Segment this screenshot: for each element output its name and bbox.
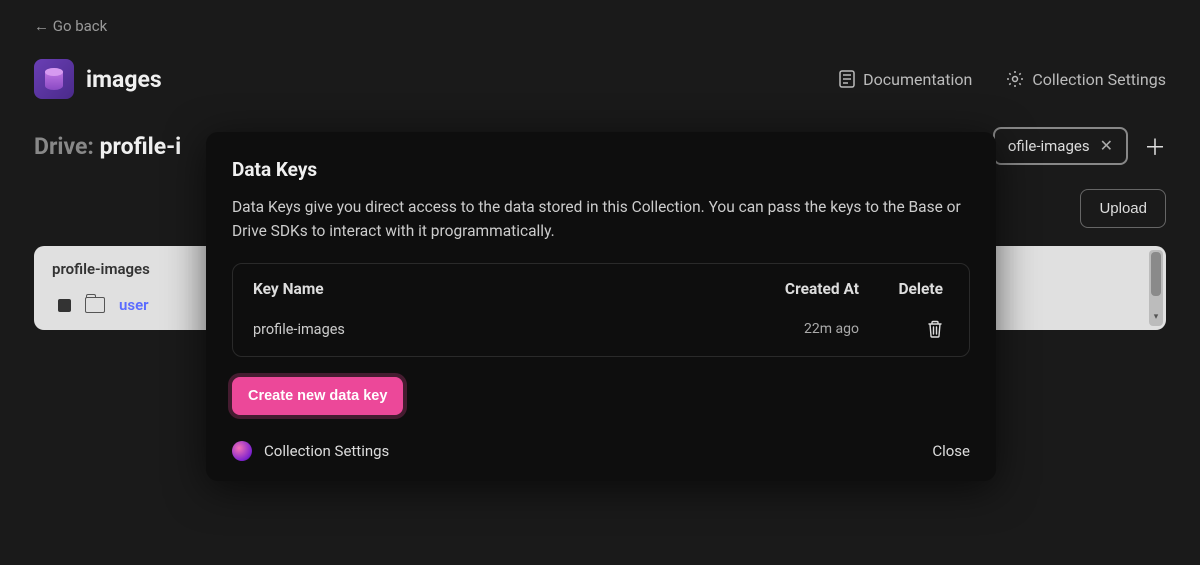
modal-title: Data Keys: [232, 158, 970, 181]
modal-description: Data Keys give you direct access to the …: [232, 195, 970, 243]
settings-orb-icon: [232, 441, 252, 461]
close-button[interactable]: Close: [932, 442, 970, 460]
table-row: profile-images 22m ago: [233, 310, 969, 356]
key-name-cell: profile-images: [253, 321, 729, 338]
delete-key-button[interactable]: [859, 320, 949, 338]
keys-table: Key Name Created At Delete profile-image…: [232, 263, 970, 357]
column-key-name: Key Name: [253, 280, 729, 298]
footer-collection-settings[interactable]: Collection Settings: [232, 441, 389, 461]
modal-footer: Collection Settings Close: [232, 441, 970, 461]
column-created-at: Created At: [729, 280, 859, 298]
column-delete: Delete: [859, 280, 949, 298]
key-created-cell: 22m ago: [729, 321, 859, 337]
create-data-key-button[interactable]: Create new data key: [232, 377, 403, 415]
data-keys-modal: Data Keys Data Keys give you direct acce…: [206, 132, 996, 481]
trash-icon: [927, 320, 943, 338]
keys-table-header: Key Name Created At Delete: [233, 264, 969, 310]
footer-settings-label: Collection Settings: [264, 442, 389, 460]
